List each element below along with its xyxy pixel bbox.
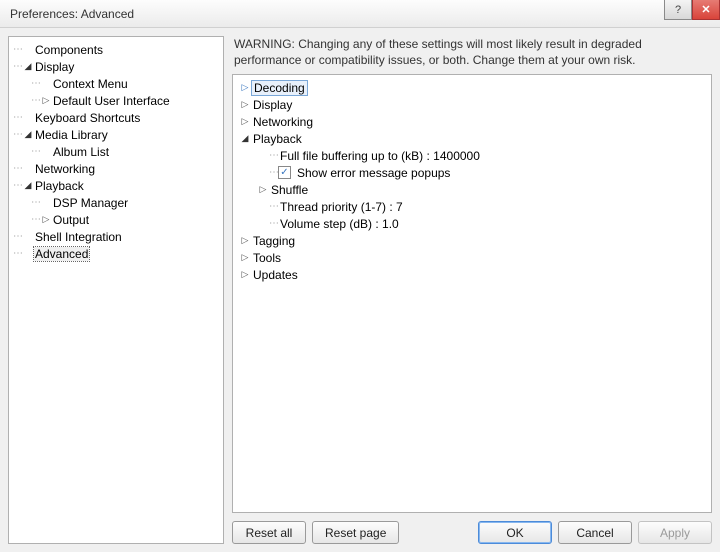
content: ⋯Components⋯◢Display⋯Context Menu⋯▷Defau…	[0, 28, 720, 552]
tree-connector: ⋯	[31, 214, 40, 225]
settings-item-label: Volume step (dB) : 1.0	[278, 217, 401, 231]
settings-item-label: Playback	[251, 132, 304, 146]
cancel-button[interactable]: Cancel	[558, 521, 632, 544]
warning-text: WARNING: Changing any of these settings …	[232, 36, 712, 74]
tree-item-label: Display	[34, 60, 75, 74]
chevron-right-icon[interactable]: ▷	[40, 214, 52, 225]
settings-item-label: Thread priority (1-7) : 7	[278, 200, 405, 214]
tree-item-label: Media Library	[34, 128, 109, 142]
settings-item[interactable]: ▷Tagging	[233, 232, 711, 249]
tree-item-label: Advanced	[34, 247, 89, 261]
settings-item[interactable]: ▷Updates	[233, 266, 711, 283]
settings-item-label: Show error message popups	[295, 166, 452, 180]
tree-item-label: Keyboard Shortcuts	[34, 111, 141, 125]
sidebar-item-output[interactable]: ⋯▷Output	[9, 211, 223, 228]
chevron-right-icon[interactable]: ▷	[239, 99, 251, 110]
tree-connector: ⋯	[269, 167, 278, 178]
chevron-right-icon[interactable]: ▷	[239, 252, 251, 263]
settings-item[interactable]: ⋯✓ Show error message popups	[233, 164, 711, 181]
sidebar-tree[interactable]: ⋯Components⋯◢Display⋯Context Menu⋯▷Defau…	[8, 36, 224, 544]
titlebar: Preferences: Advanced ? ✕	[0, 0, 720, 28]
sidebar-item-playback[interactable]: ⋯◢Playback	[9, 177, 223, 194]
apply-button[interactable]: Apply	[638, 521, 712, 544]
chevron-right-icon[interactable]: ▷	[239, 82, 251, 93]
settings-tree[interactable]: ▷Decoding▷Display▷Networking◢Playback⋯ F…	[232, 74, 712, 513]
settings-item[interactable]: ▷Shuffle	[233, 181, 711, 198]
tree-connector: ⋯	[13, 231, 22, 242]
tree-item-label: DSP Manager	[52, 196, 129, 210]
tree-connector: ⋯	[31, 78, 40, 89]
chevron-down-icon[interactable]: ◢	[22, 180, 34, 191]
sidebar-item-components[interactable]: ⋯ Components	[9, 41, 223, 58]
tree-connector: ⋯	[31, 197, 40, 208]
chevron-down-icon[interactable]: ◢	[22, 61, 34, 72]
tree-item-label: Components	[34, 43, 104, 57]
tree-connector: ⋯	[31, 146, 40, 157]
sidebar-item-networking[interactable]: ⋯ Networking	[9, 160, 223, 177]
tree-connector: ⋯	[13, 180, 22, 191]
settings-item[interactable]: ⋯ Volume step (dB) : 1.0	[233, 215, 711, 232]
settings-item-label: Tagging	[251, 234, 297, 248]
tree-item-label: Album List	[52, 145, 110, 159]
sidebar-item-dsp-manager[interactable]: ⋯ DSP Manager	[9, 194, 223, 211]
tree-item-label: Shell Integration	[34, 230, 123, 244]
tree-connector: ⋯	[269, 150, 278, 161]
chevron-down-icon[interactable]: ◢	[22, 129, 34, 140]
ok-button[interactable]: OK	[478, 521, 552, 544]
settings-item[interactable]: ⋯ Full file buffering up to (kB) : 14000…	[233, 147, 711, 164]
tree-connector: ⋯	[31, 95, 40, 106]
tree-item-label: Output	[52, 213, 90, 227]
settings-item[interactable]: ▷Decoding	[233, 79, 711, 96]
settings-item[interactable]: ◢Playback	[233, 130, 711, 147]
chevron-right-icon[interactable]: ▷	[239, 116, 251, 127]
chevron-right-icon[interactable]: ▷	[239, 235, 251, 246]
close-button[interactable]: ✕	[692, 0, 720, 20]
tree-connector: ⋯	[13, 248, 22, 259]
chevron-right-icon[interactable]: ▷	[40, 95, 52, 106]
sidebar-item-shell-integration[interactable]: ⋯ Shell Integration	[9, 228, 223, 245]
sidebar-item-media-library[interactable]: ⋯◢Media Library	[9, 126, 223, 143]
tree-connector: ⋯	[269, 218, 278, 229]
settings-item[interactable]: ⋯ Thread priority (1-7) : 7	[233, 198, 711, 215]
help-button[interactable]: ?	[664, 0, 692, 20]
tree-connector: ⋯	[13, 44, 22, 55]
tree-connector: ⋯	[269, 201, 278, 212]
tree-item-label: Playback	[34, 179, 85, 193]
settings-item-label: Display	[251, 98, 294, 112]
sidebar-item-default-user-interface[interactable]: ⋯▷Default User Interface	[9, 92, 223, 109]
tree-item-label: Context Menu	[52, 77, 129, 91]
window-buttons: ? ✕	[664, 0, 720, 20]
reset-page-button[interactable]: Reset page	[312, 521, 399, 544]
settings-item[interactable]: ▷Tools	[233, 249, 711, 266]
right-panel: WARNING: Changing any of these settings …	[232, 36, 712, 544]
sidebar-item-context-menu[interactable]: ⋯ Context Menu	[9, 75, 223, 92]
settings-item[interactable]: ▷Networking	[233, 113, 711, 130]
sidebar-item-display[interactable]: ⋯◢Display	[9, 58, 223, 75]
settings-item-label: Shuffle	[269, 183, 310, 197]
settings-item-label: Updates	[251, 268, 300, 282]
tree-item-label: Default User Interface	[52, 94, 171, 108]
chevron-right-icon[interactable]: ▷	[239, 269, 251, 280]
settings-item-label: Full file buffering up to (kB) : 1400000	[278, 149, 482, 163]
checkbox[interactable]: ✓	[278, 166, 291, 179]
chevron-right-icon[interactable]: ▷	[257, 184, 269, 195]
tree-connector: ⋯	[13, 163, 22, 174]
settings-item-label: Tools	[251, 251, 283, 265]
tree-connector: ⋯	[13, 112, 22, 123]
tree-connector: ⋯	[13, 61, 22, 72]
sidebar-item-keyboard-shortcuts[interactable]: ⋯ Keyboard Shortcuts	[9, 109, 223, 126]
tree-item-label: Networking	[34, 162, 96, 176]
sidebar-item-advanced[interactable]: ⋯ Advanced	[9, 245, 223, 262]
button-row: Reset all Reset page OK Cancel Apply	[232, 513, 712, 544]
chevron-down-icon[interactable]: ◢	[239, 133, 251, 144]
settings-item-label: Decoding	[251, 80, 308, 96]
settings-item-label: Networking	[251, 115, 315, 129]
tree-connector: ⋯	[13, 129, 22, 140]
reset-all-button[interactable]: Reset all	[232, 521, 306, 544]
sidebar-item-album-list[interactable]: ⋯ Album List	[9, 143, 223, 160]
settings-item[interactable]: ▷Display	[233, 96, 711, 113]
window-title: Preferences: Advanced	[10, 7, 134, 21]
